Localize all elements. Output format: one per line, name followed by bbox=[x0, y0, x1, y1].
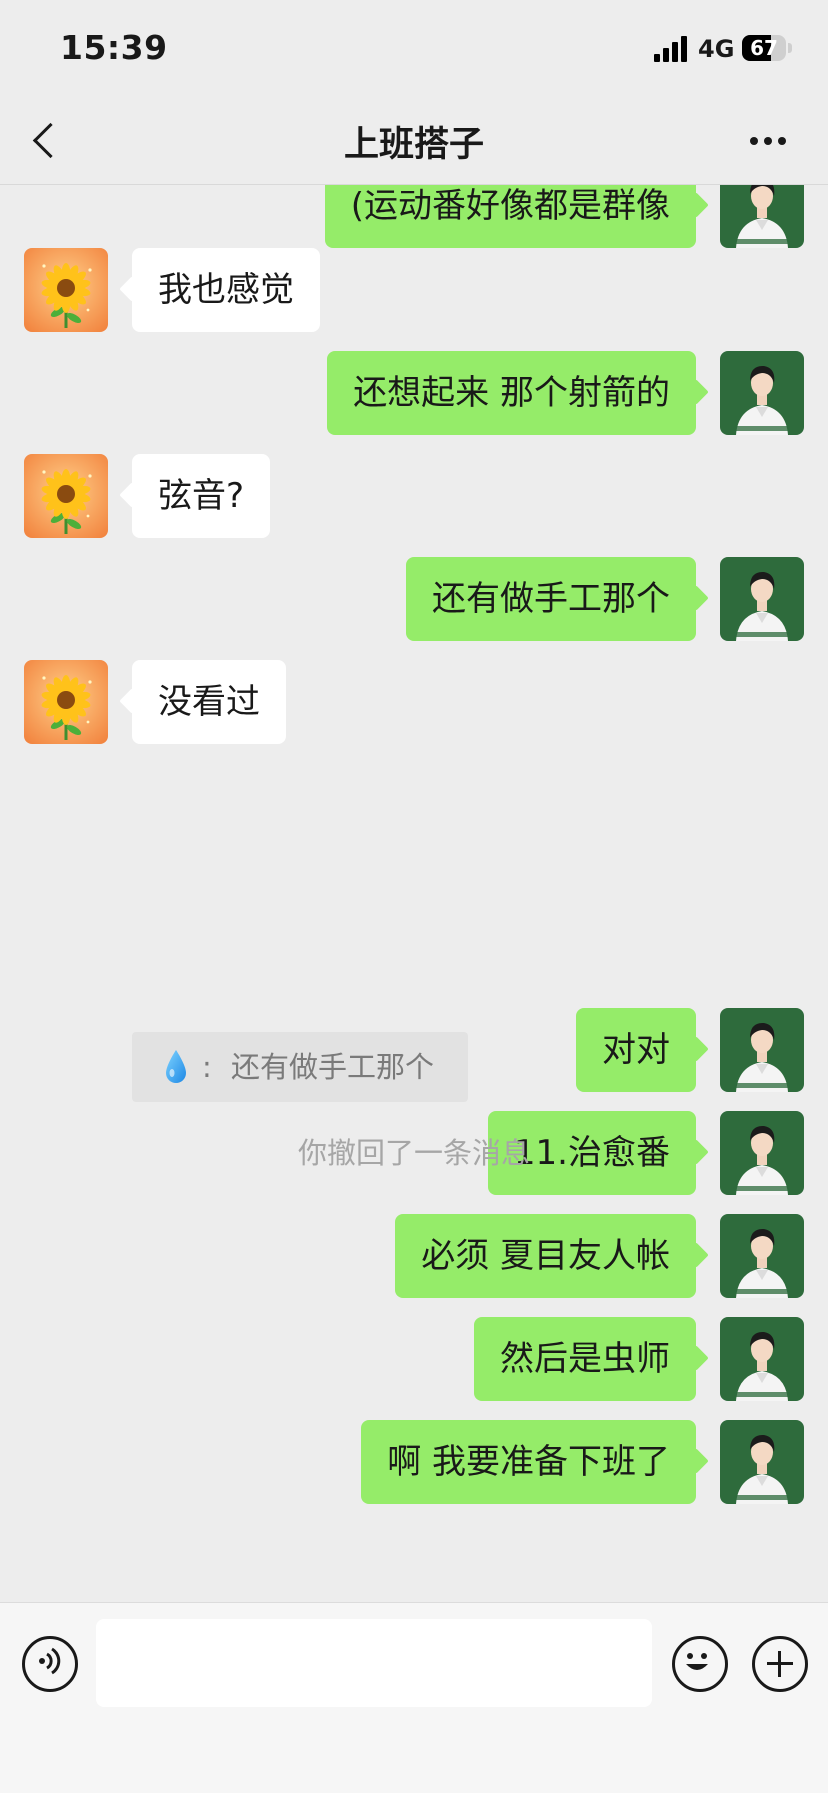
self-avatar[interactable] bbox=[720, 351, 804, 435]
emoji-button[interactable] bbox=[672, 1636, 728, 1692]
contact-avatar[interactable] bbox=[24, 660, 108, 744]
message-bubble[interactable]: 必须 夏目友人帐 bbox=[395, 1214, 696, 1298]
more-options-button[interactable] bbox=[744, 124, 792, 156]
network-type: 4G bbox=[698, 35, 735, 63]
input-bar bbox=[0, 1602, 828, 1793]
more-functions-button[interactable] bbox=[752, 1636, 808, 1692]
chat-list[interactable]: (运动番好像都是群像 我也感觉 还想起来 那个射箭的 弦音? 还有做手工那个 没看过 对对 1… bbox=[0, 185, 828, 1601]
chat-title: 上班搭子 bbox=[343, 125, 484, 165]
message-row-left: 弦音? bbox=[0, 454, 828, 538]
message-bubble[interactable]: 对对 bbox=[576, 1008, 696, 1092]
self-avatar[interactable] bbox=[720, 185, 804, 248]
voice-icon bbox=[39, 1647, 61, 1675]
message-bubble[interactable]: 还有做手工那个 bbox=[406, 557, 696, 641]
message-bubble[interactable]: 没看过 bbox=[132, 660, 286, 744]
status-bar: 15:39 4G 67 bbox=[0, 0, 828, 96]
message-bubble[interactable]: 弦音? bbox=[132, 454, 271, 538]
self-avatar[interactable] bbox=[720, 557, 804, 641]
self-avatar[interactable] bbox=[720, 1008, 804, 1092]
battery-icon: 67 bbox=[742, 35, 786, 61]
battery-cap bbox=[788, 43, 792, 53]
nav-bar: 上班搭子 bbox=[0, 96, 828, 185]
quote-text: 还有做手工那个 bbox=[231, 1050, 435, 1084]
back-button[interactable] bbox=[24, 116, 72, 164]
signal-strength-icon bbox=[654, 36, 688, 62]
message-bubble[interactable]: 我也感觉 bbox=[132, 248, 320, 332]
self-avatar[interactable] bbox=[720, 1214, 804, 1298]
self-avatar[interactable] bbox=[720, 1317, 804, 1401]
message-bubble[interactable]: 还想起来 那个射箭的 bbox=[327, 351, 696, 435]
message-bubble[interactable]: 啊 我要准备下班了 bbox=[361, 1420, 696, 1504]
message-row-right: 还想起来 那个射箭的 bbox=[0, 351, 828, 435]
message-row-right: 必须 夏目友人帐 bbox=[0, 1214, 828, 1298]
message-row-right: (运动番好像都是群像 bbox=[0, 185, 828, 248]
smiley-icon bbox=[686, 1653, 708, 1670]
message-row-left: 没看过 bbox=[0, 660, 828, 744]
contact-avatar[interactable] bbox=[24, 454, 108, 538]
quoted-message[interactable]: : 还有做手工那个 bbox=[132, 1032, 468, 1102]
message-bubble[interactable]: 然后是虫师 bbox=[474, 1317, 696, 1401]
message-input[interactable] bbox=[96, 1619, 652, 1707]
system-message-recalled: 你撤回了一条消息 bbox=[297, 1136, 530, 1170]
chevron-left-icon bbox=[32, 122, 69, 159]
voice-input-button[interactable] bbox=[22, 1636, 78, 1692]
quote-separator: : bbox=[202, 1050, 212, 1084]
water-drop-icon bbox=[166, 1050, 186, 1083]
message-row-right: 还有做手工那个 bbox=[0, 557, 828, 641]
message-bubble[interactable]: (运动番好像都是群像 bbox=[324, 185, 696, 248]
battery-percent: 67 bbox=[750, 36, 778, 60]
contact-avatar[interactable] bbox=[24, 248, 108, 332]
message-row-left: 我也感觉 bbox=[0, 248, 828, 332]
message-row-right: 啊 我要准备下班了 bbox=[0, 1420, 828, 1504]
self-avatar[interactable] bbox=[720, 1420, 804, 1504]
status-time: 15:39 bbox=[60, 28, 168, 67]
message-row-right: 然后是虫师 bbox=[0, 1317, 828, 1401]
